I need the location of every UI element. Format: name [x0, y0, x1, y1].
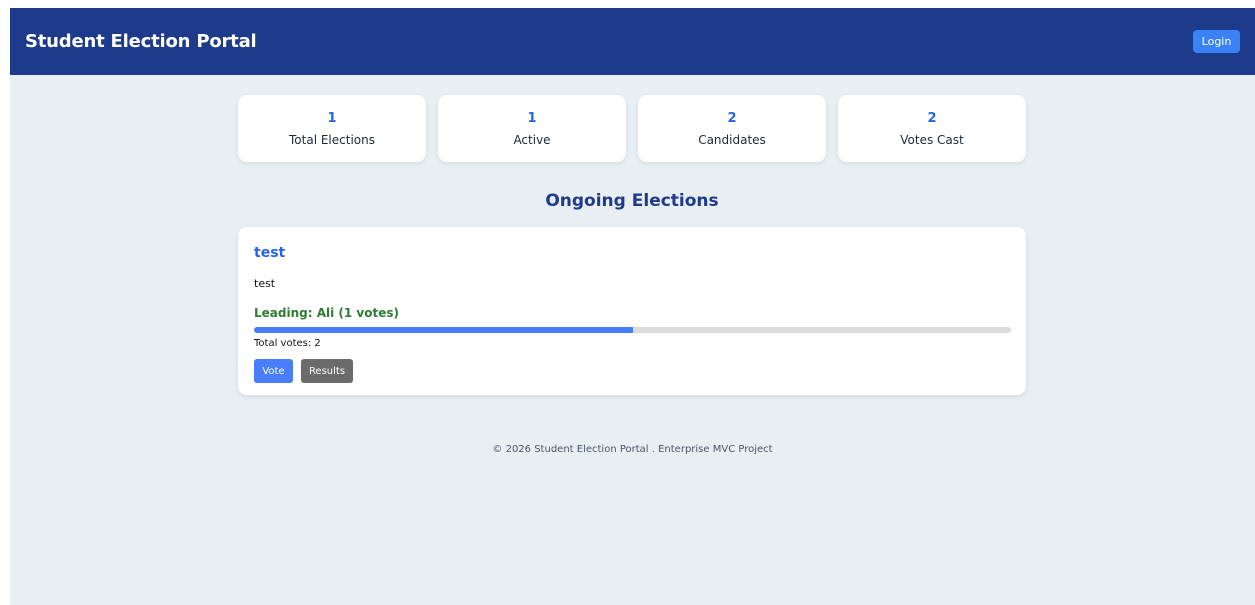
results-button[interactable]: Results: [301, 359, 353, 383]
stat-value: 2: [927, 110, 937, 126]
vote-progress-bar: [254, 327, 1011, 333]
stat-label: Candidates: [698, 132, 766, 147]
election-actions: Vote Results: [254, 359, 1010, 383]
leading-candidate: Leading: Ali (1 votes): [254, 306, 399, 320]
stat-label: Active: [513, 132, 551, 147]
stat-value: 2: [727, 110, 737, 126]
election-title: test: [254, 245, 286, 261]
total-votes: Total votes: 2: [254, 338, 321, 349]
stat-card-total-elections: 1 Total Elections: [238, 95, 426, 162]
vote-progress-fill: [254, 327, 633, 333]
election-description: test: [254, 277, 276, 290]
section-title: Ongoing Elections: [545, 191, 719, 211]
stat-label: Total Elections: [289, 132, 375, 147]
election-card: test test Leading: Ali (1 votes) Total v…: [238, 227, 1026, 395]
top-header: Student Election Portal Login: [10, 8, 1255, 75]
stat-card-candidates: 2 Candidates: [638, 95, 826, 162]
stat-value: 1: [527, 110, 537, 126]
stat-card-active: 1 Active: [438, 95, 626, 162]
stats-row: 1 Total Elections 1 Active 2 Candidates …: [238, 95, 1026, 162]
stat-value: 1: [327, 110, 337, 126]
main-content: 1 Total Elections 1 Active 2 Candidates …: [238, 95, 1026, 395]
login-button[interactable]: Login: [1193, 30, 1240, 53]
page-footer: © 2026 Student Election Portal . Enterpr…: [492, 444, 773, 455]
stat-label: Votes Cast: [900, 132, 964, 147]
app-root: Student Election Portal Login 1 Total El…: [10, 8, 1255, 605]
vote-button[interactable]: Vote: [254, 359, 293, 383]
portal-title: Student Election Portal: [25, 31, 257, 52]
stat-card-votes-cast: 2 Votes Cast: [838, 95, 1026, 162]
